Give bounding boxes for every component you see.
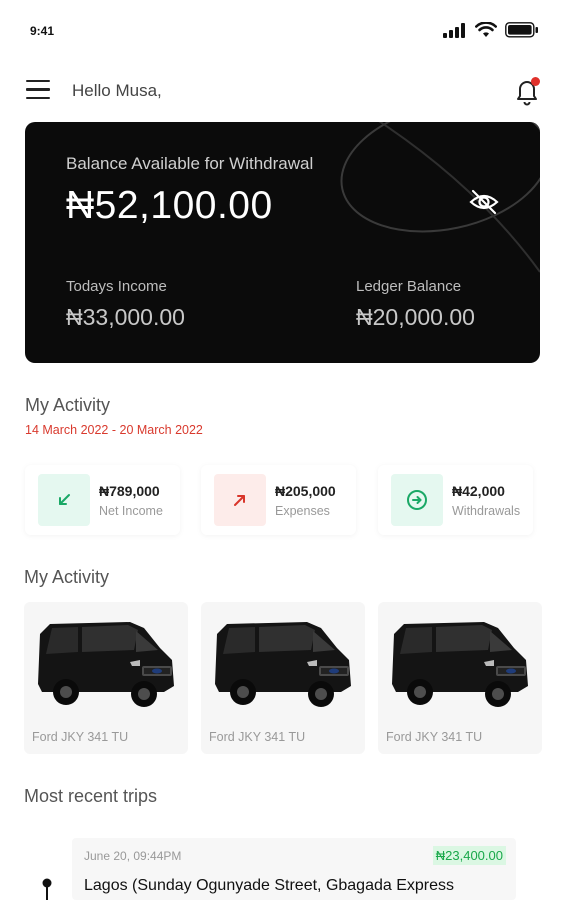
vehicles-section-title: My Activity (24, 567, 110, 587)
balance-card: Balance Available for Withdrawal ₦52,100… (25, 122, 540, 363)
status-time: 9:41 (30, 24, 55, 38)
ledger-balance-label: Ledger Balance (356, 278, 462, 295)
trip-date: June 20, 09:44PM (84, 849, 182, 863)
activity-section-title: My Activity (25, 395, 111, 415)
trip-card[interactable]: June 20, 09:44PM ₦23,400.00 Lagos (Sunda… (72, 838, 516, 900)
arrow-circle-right-icon (391, 474, 443, 526)
notification-bell-icon[interactable] (513, 76, 541, 106)
activity-date-range[interactable]: 14 March 2022 - 20 March 2022 (25, 423, 203, 437)
notification-dot (531, 77, 540, 86)
status-icons (443, 22, 539, 38)
stat-value: ₦42,000 (452, 483, 505, 499)
arrow-down-left-icon (38, 474, 90, 526)
stat-card-expenses[interactable]: ₦205,000 Expenses (201, 465, 356, 535)
trip-route: Lagos (Sunday Ogunyade Street, Gbagada E… (84, 877, 455, 894)
van-image (215, 622, 351, 707)
battery-icon (505, 22, 538, 38)
balance-amount: ₦52,100.00 (66, 184, 273, 227)
vehicle-card[interactable]: Ford JKY 341 TU (378, 602, 542, 754)
todays-income-label: Todays Income (66, 278, 167, 295)
stat-label: Expenses (275, 504, 330, 518)
hide-balance-eye-icon[interactable] (468, 186, 500, 218)
vehicle-name: Ford JKY 341 TU (32, 730, 129, 744)
greeting: Hello Musa, (72, 81, 162, 100)
vehicle-name: Ford JKY 341 TU (386, 730, 483, 744)
vehicle-card[interactable]: Ford JKY 341 TU (24, 602, 188, 754)
arrow-up-right-icon (214, 474, 266, 526)
van-image (392, 622, 528, 707)
location-pin-icon (42, 878, 52, 900)
vehicle-card[interactable]: Ford JKY 341 TU (201, 602, 365, 754)
hamburger-menu-icon[interactable] (26, 80, 50, 102)
header: Hello Musa, (0, 72, 563, 112)
stat-card-net-income[interactable]: ₦789,000 Net Income (25, 465, 180, 535)
ledger-balance-amount: ₦20,000.00 (356, 304, 475, 330)
signal-icon (443, 22, 465, 38)
stat-label: Net Income (99, 504, 163, 518)
status-bar: 9:41 (0, 0, 563, 60)
wifi-icon (475, 22, 497, 37)
todays-income-amount: ₦33,000.00 (66, 304, 185, 330)
recent-trips-title: Most recent trips (24, 786, 158, 806)
stat-value: ₦205,000 (275, 483, 336, 499)
van-image (38, 622, 174, 707)
stat-card-withdrawals[interactable]: ₦42,000 Withdrawals (378, 465, 533, 535)
vehicle-name: Ford JKY 341 TU (209, 730, 306, 744)
balance-label: Balance Available for Withdrawal (66, 154, 314, 173)
stat-value: ₦789,000 (99, 483, 160, 499)
trip-amount: ₦23,400.00 (432, 846, 506, 865)
stat-label: Withdrawals (452, 504, 521, 518)
